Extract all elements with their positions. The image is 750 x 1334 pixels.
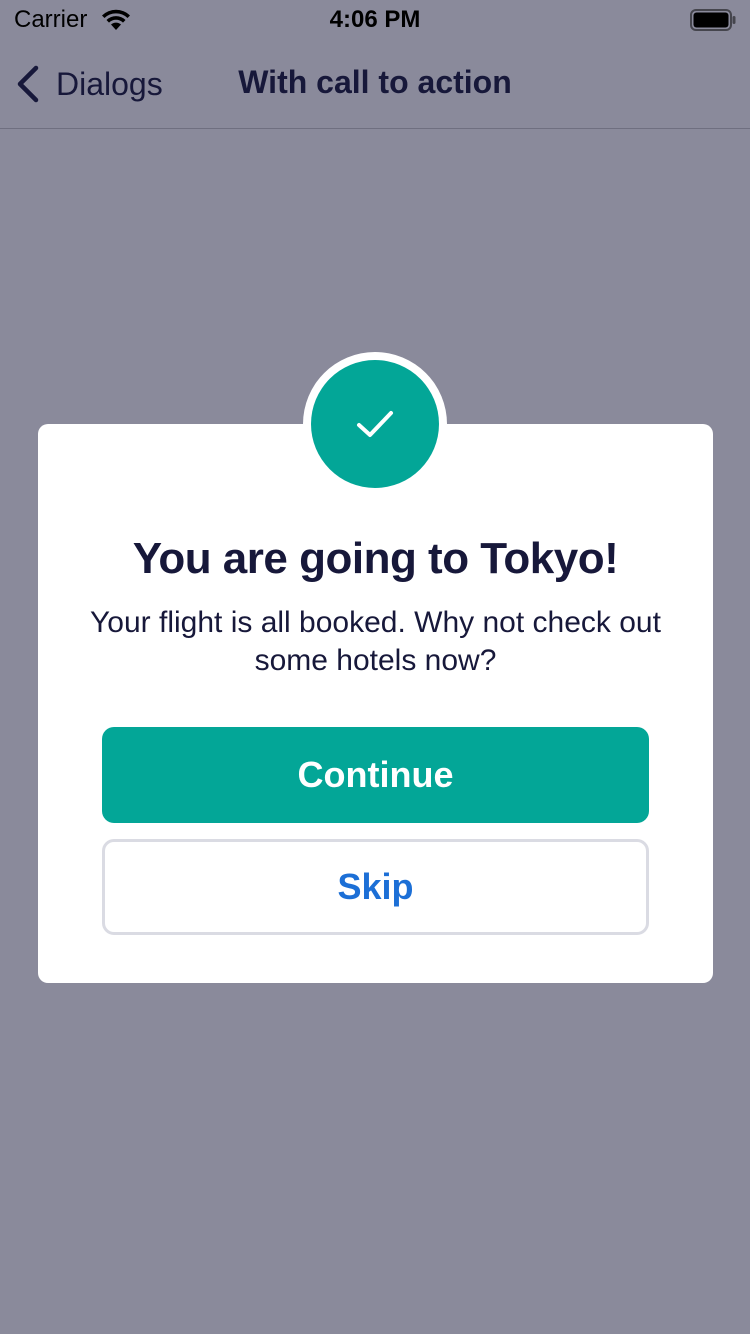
page-title: With call to action [238,64,512,100]
navigation-bar: Dialogs With call to action [0,40,750,129]
dialog-message: Your flight is all booked. Why not check… [90,606,661,677]
checkmark-icon [357,411,393,437]
dialog: You are going to Tokyo! Your flight is a… [38,424,713,983]
dialog-title: You are going to Tokyo! [132,534,619,583]
status-bar: Carrier 4:06 PM [0,0,750,40]
success-badge [311,360,439,488]
clock: 4:06 PM [329,6,421,33]
battery-icon [690,9,736,31]
skip-button[interactable]: Skip [102,839,649,935]
continue-button[interactable]: Continue [102,727,649,823]
